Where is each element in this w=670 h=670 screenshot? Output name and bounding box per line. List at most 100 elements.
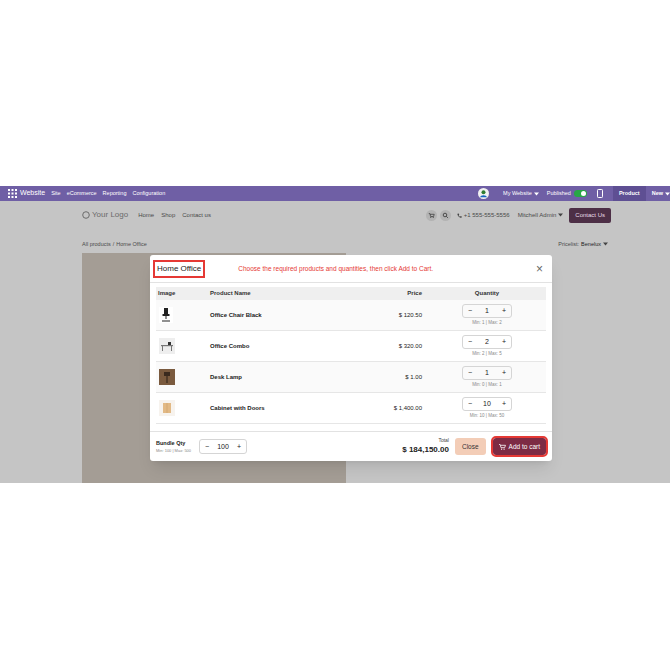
nav-link[interactable]: Contact us <box>182 211 211 220</box>
cart-icon <box>426 210 437 221</box>
logo-text[interactable]: Your Logo <box>92 209 128 221</box>
caret-icon <box>665 192 670 196</box>
column-header: Price <box>345 289 428 298</box>
top-bar-right: My Website Published Product New <box>478 186 670 201</box>
add-to-cart-button[interactable]: Add to cart <box>493 438 546 456</box>
phone-icon <box>457 213 462 218</box>
quantity-cell: − 2 +Min: 2 | Max: 5 <box>428 335 546 358</box>
phone-number: +1 555-555-5556 <box>464 211 510 220</box>
avatar-icon <box>478 188 489 199</box>
breadcrumb-item[interactable]: Home Office <box>116 240 146 248</box>
plus-button[interactable]: + <box>502 307 506 314</box>
quantity-stepper: − 2 + <box>462 335 512 349</box>
nav-link[interactable]: Shop <box>161 211 175 220</box>
table-row: Desk Lamp$ 1.00 − 1 +Min: 0 | Max: 1 <box>156 362 546 393</box>
plus-button[interactable]: + <box>237 443 241 450</box>
product-name: Desk Lamp <box>208 373 345 382</box>
mobile-preview-icon <box>597 189 603 198</box>
quantity-limits: Min: 0 | Max: 1 <box>472 382 501 389</box>
plus-button[interactable]: + <box>502 369 506 376</box>
published-label: Published <box>547 189 571 197</box>
breadcrumb-separator: / <box>113 240 115 248</box>
nav-link[interactable]: Home <box>138 211 154 220</box>
close-button[interactable]: Close <box>455 438 486 456</box>
total-amount: $ 184,150.00 <box>402 444 449 456</box>
product-price: $ 320.00 <box>345 342 428 351</box>
menu-item[interactable]: Reporting <box>103 189 127 197</box>
image-cell <box>156 307 208 323</box>
modal-title: Home Office <box>153 260 205 278</box>
new-button[interactable]: New <box>646 189 670 197</box>
image-cell <box>156 369 208 385</box>
product-name: Office Chair Black <box>208 311 345 320</box>
menu-item[interactable]: Site <box>51 189 60 197</box>
bundle-qty-value[interactable]: 100 <box>217 443 229 450</box>
product-name: Office Combo <box>208 342 345 351</box>
bundle-info: Bundle QtyMin: 100 | Max: 500 <box>156 439 191 453</box>
bundle-label: Bundle Qty <box>156 439 191 447</box>
quantity-stepper: − 10 + <box>462 397 512 411</box>
plus-button[interactable]: + <box>502 400 506 407</box>
pricelist-selector[interactable]: Pricelist:Benelux <box>558 240 608 248</box>
quantity-limits: Min: 2 | Max: 5 <box>472 351 501 358</box>
plus-button[interactable]: + <box>502 338 506 345</box>
menu-item[interactable]: Configuration <box>132 189 165 197</box>
image-cell <box>156 400 208 416</box>
product-thumbnail <box>159 307 173 323</box>
caret-icon <box>558 213 563 217</box>
quantity-limits: Min: 10 | Max: 50 <box>470 413 504 420</box>
website-editor: Website Site eCommerce Reporting Configurati… <box>0 186 670 483</box>
logo[interactable]: Your Logo <box>82 209 128 221</box>
menu-item[interactable]: eCommerce <box>67 189 97 197</box>
product-price: $ 1.00 <box>345 373 428 382</box>
minus-button[interactable]: − <box>468 338 472 345</box>
quantity-limits: Min: 1 | Max: 2 <box>472 320 501 327</box>
quantity-stepper: − 1 + <box>462 366 512 380</box>
products-table: ImageProduct NamePriceQuantity Office Cha… <box>156 287 546 424</box>
bundle-modal: Home OfficeChoose the required products … <box>150 255 552 461</box>
close-icon[interactable]: × <box>536 263 543 275</box>
minus-button[interactable]: − <box>468 400 472 407</box>
column-header: Product Name <box>208 289 345 298</box>
quantity-cell: − 1 +Min: 0 | Max: 1 <box>428 366 546 389</box>
column-header: Image <box>156 289 208 298</box>
table-row: Office Chair Black$ 120.50−1+Min: 1 | Ma… <box>156 300 546 331</box>
new-label[interactable]: New <box>652 189 663 197</box>
website-name[interactable]: My Website <box>503 189 532 197</box>
menu-item[interactable]: Website <box>20 188 45 199</box>
minus-button[interactable]: − <box>205 443 209 450</box>
bundle-stepper: − 100 + <box>199 439 247 454</box>
user-name[interactable]: Mitchell Admin <box>518 211 557 220</box>
table-row: Office Combo$ 320.00 − 2 +Min: 2 | Max: 5 <box>156 331 546 362</box>
quantity-cell: − 10 + Min: 10 | Max: 50 <box>428 397 546 420</box>
published-toggle[interactable] <box>574 190 587 197</box>
caret-icon <box>603 242 608 246</box>
pricelist-value[interactable]: Benelux <box>581 240 601 248</box>
product-label[interactable]: Product <box>619 189 640 197</box>
modal-footer: Bundle QtyMin: 100 | Max: 500−100+Total$… <box>150 431 552 461</box>
pricelist-label: Pricelist: <box>558 240 579 248</box>
add-to-cart-label[interactable]: Add to cart <box>509 442 540 452</box>
product-thumbnail <box>159 338 175 354</box>
website-switcher[interactable]: My Website <box>503 189 539 197</box>
breadcrumb-item[interactable]: All products <box>82 240 111 248</box>
minus-button[interactable]: − <box>468 307 472 314</box>
toggle-knob <box>581 191 586 196</box>
minus-button[interactable]: − <box>468 369 472 376</box>
quantity-value[interactable]: 10 <box>483 400 491 407</box>
quantity-stepper: − 1 + <box>462 304 512 318</box>
quantity-value[interactable]: 2 <box>485 338 489 345</box>
caret-icon <box>534 192 539 196</box>
table-header: ImageProduct NamePriceQuantity <box>156 287 546 300</box>
user-menu[interactable]: Mitchell Admin <box>518 211 564 220</box>
contact-button[interactable]: Contact Us <box>569 208 611 223</box>
header-right: +1 555-555-5556 Mitchell Admin Contact Us <box>426 208 611 223</box>
quantity-cell: − 1 +Min: 1 | Max: 2 <box>428 304 546 327</box>
modal-header: Home OfficeChoose the required products … <box>150 255 552 283</box>
top-bar: Website Site eCommerce Reporting Configurati… <box>0 186 670 201</box>
product-menu[interactable]: Product <box>613 186 646 201</box>
quantity-value[interactable]: 1 <box>485 307 489 314</box>
image-cell <box>156 338 208 354</box>
cart-icon <box>499 444 506 450</box>
quantity-value[interactable]: 1 <box>485 369 489 376</box>
